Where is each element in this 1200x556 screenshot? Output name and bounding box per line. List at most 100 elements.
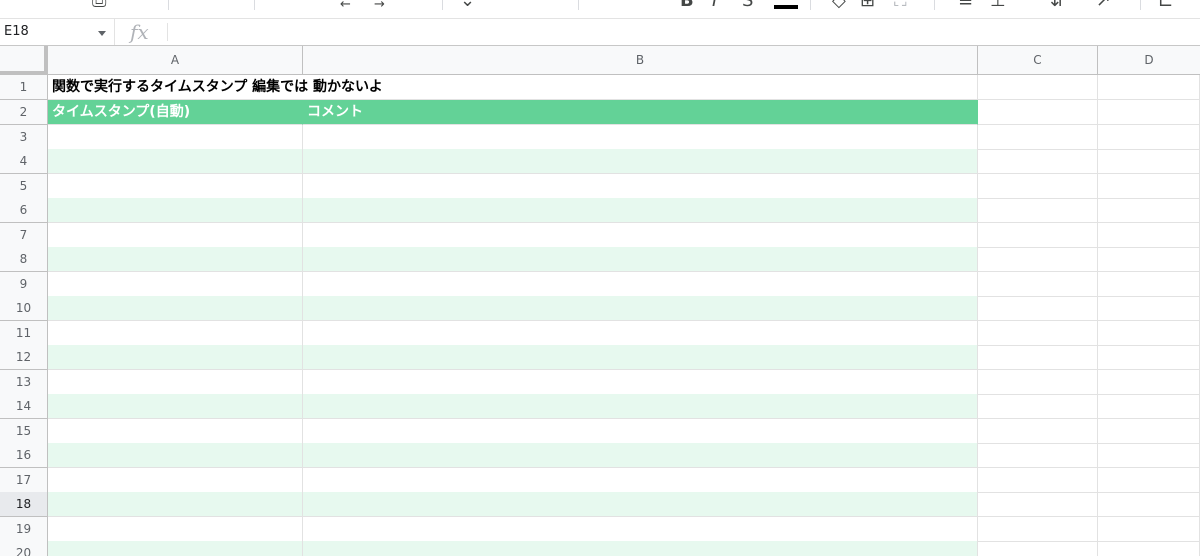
cell[interactable] — [978, 394, 1098, 419]
chevron-down-icon[interactable] — [98, 31, 106, 36]
merge-icon[interactable]: ⛶ — [894, 0, 907, 10]
formula-input[interactable] — [175, 22, 1189, 44]
row-header[interactable]: 4 — [0, 149, 48, 174]
cell[interactable] — [1098, 296, 1200, 321]
row-header[interactable]: 11 — [0, 321, 48, 346]
sheet-title-cell[interactable]: 関数で実行するタイムスタンプ 編集では 動かないよ — [48, 75, 978, 100]
cell[interactable] — [978, 247, 1098, 272]
font-size-icon[interactable]: ⌄ — [460, 0, 475, 10]
cell[interactable] — [48, 419, 303, 444]
cell[interactable] — [1098, 443, 1200, 468]
header-cell-comment[interactable]: コメント — [303, 100, 978, 125]
header-cell-timestamp[interactable]: タイムスタンプ(自動) — [48, 100, 303, 125]
cell[interactable] — [978, 419, 1098, 444]
cell[interactable] — [48, 321, 303, 346]
cell[interactable] — [1098, 370, 1200, 395]
cell[interactable] — [1098, 100, 1200, 125]
cell[interactable] — [303, 541, 978, 556]
cell[interactable] — [48, 345, 303, 370]
row-header[interactable]: 16 — [0, 443, 48, 468]
cell[interactable] — [978, 443, 1098, 468]
bold-icon[interactable]: B — [680, 0, 694, 10]
text-color-icon[interactable] — [774, 5, 798, 9]
cell[interactable] — [1098, 174, 1200, 199]
cell[interactable] — [303, 149, 978, 174]
row-header[interactable]: 13 — [0, 370, 48, 395]
cell[interactable] — [303, 394, 978, 419]
italic-icon[interactable]: I — [712, 0, 717, 10]
cell[interactable] — [1098, 272, 1200, 297]
cell[interactable] — [1098, 198, 1200, 223]
cell[interactable] — [303, 296, 978, 321]
cell[interactable] — [1098, 541, 1200, 556]
cell[interactable] — [978, 272, 1098, 297]
cell[interactable] — [1098, 517, 1200, 542]
cell[interactable] — [1098, 75, 1200, 100]
cell[interactable] — [978, 541, 1098, 556]
name-box[interactable]: E18 — [0, 19, 115, 45]
cell[interactable] — [48, 125, 303, 150]
cell[interactable] — [303, 223, 978, 248]
row-header[interactable]: 2 — [0, 100, 48, 125]
row-header[interactable]: 9 — [0, 272, 48, 297]
cell[interactable] — [303, 272, 978, 297]
cell[interactable] — [303, 247, 978, 272]
cell[interactable] — [1098, 321, 1200, 346]
borders-icon[interactable]: ⊞ — [860, 0, 875, 10]
row-header[interactable]: 8 — [0, 247, 48, 272]
fill-color-icon[interactable]: ◇ — [832, 0, 846, 10]
select-all-corner[interactable] — [0, 46, 48, 75]
column-header-a[interactable]: A — [48, 46, 303, 75]
cell[interactable] — [48, 272, 303, 297]
cell[interactable] — [1098, 394, 1200, 419]
row-header[interactable]: 1 — [0, 75, 48, 100]
cell[interactable] — [1098, 468, 1200, 493]
cell[interactable] — [1098, 492, 1200, 517]
cell[interactable] — [303, 492, 978, 517]
cell[interactable] — [978, 345, 1098, 370]
cell[interactable] — [1098, 419, 1200, 444]
cell[interactable] — [1098, 125, 1200, 150]
cell[interactable] — [978, 468, 1098, 493]
column-header-d[interactable]: D — [1098, 46, 1200, 75]
cell[interactable] — [978, 492, 1098, 517]
row-header[interactable]: 20 — [0, 541, 48, 556]
cell[interactable] — [48, 370, 303, 395]
cell[interactable] — [1098, 223, 1200, 248]
cell[interactable] — [303, 419, 978, 444]
cell[interactable] — [303, 468, 978, 493]
cell[interactable] — [978, 370, 1098, 395]
valign-icon[interactable]: ⊥ — [990, 0, 1006, 10]
row-header[interactable]: 6 — [0, 198, 48, 223]
row-header[interactable]: 3 — [0, 125, 48, 150]
cell[interactable] — [303, 125, 978, 150]
cell[interactable] — [1098, 247, 1200, 272]
cell[interactable] — [48, 198, 303, 223]
row-header[interactable]: 14 — [0, 394, 48, 419]
cell[interactable] — [48, 394, 303, 419]
cell[interactable] — [303, 370, 978, 395]
cell[interactable] — [48, 492, 303, 517]
redo-icon[interactable]: → — [374, 0, 385, 14]
cell[interactable] — [303, 198, 978, 223]
column-header-c[interactable]: C — [978, 46, 1098, 75]
row-header[interactable]: 10 — [0, 296, 48, 321]
row-header-selected[interactable]: 18 — [0, 492, 48, 517]
cell[interactable] — [303, 174, 978, 199]
cell[interactable] — [978, 75, 1098, 100]
cell[interactable] — [48, 541, 303, 556]
cell[interactable] — [303, 345, 978, 370]
cell[interactable] — [978, 296, 1098, 321]
cell[interactable] — [48, 468, 303, 493]
print-icon[interactable]: ⎙ — [92, 0, 106, 10]
column-header-b[interactable]: B — [303, 46, 978, 75]
rotate-icon[interactable]: ↗ — [1096, 0, 1111, 10]
cell[interactable] — [978, 223, 1098, 248]
cell[interactable] — [48, 223, 303, 248]
cell[interactable] — [1098, 149, 1200, 174]
align-icon[interactable]: ≡ — [958, 0, 973, 10]
cell[interactable] — [48, 247, 303, 272]
cell[interactable] — [48, 296, 303, 321]
row-header[interactable]: 7 — [0, 223, 48, 248]
more-icon[interactable]: ⊏ — [1158, 0, 1173, 10]
